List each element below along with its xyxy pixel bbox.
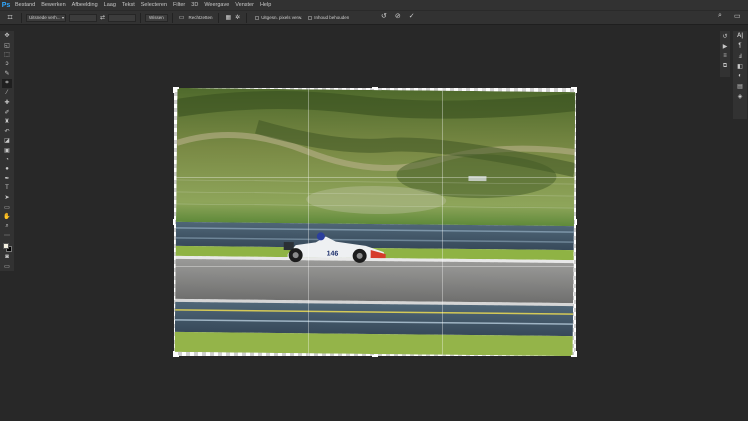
race-car-photo: 146 <box>174 87 576 357</box>
crop-ratio-select[interactable]: Uitsnede verh... <box>26 13 66 22</box>
crop-handle-left[interactable] <box>173 219 175 225</box>
lasso-tool-icon[interactable]: ↄ <box>2 60 12 70</box>
crop-handle-top-right[interactable] <box>575 87 577 93</box>
cancel-icon[interactable]: ⊘ <box>395 12 401 20</box>
menu-image[interactable]: Afbeelding <box>69 2 101 8</box>
hand-tool-icon[interactable]: ✋ <box>2 212 12 222</box>
content-aware-checkbox[interactable] <box>308 15 313 20</box>
healing-brush-tool-icon[interactable]: ✚ <box>2 98 12 108</box>
brush-tool-icon[interactable]: ✐ <box>2 107 12 117</box>
swap-dimensions-icon[interactable]: ⇄ <box>100 14 105 21</box>
separator <box>21 12 22 23</box>
overlay-options-icon[interactable]: ▦ <box>225 14 231 21</box>
pen-tool-icon[interactable]: ✒ <box>2 174 12 184</box>
tools-panel: ✥ ◱ ⬚ ↄ ✎ ⌗ ⁄ ✚ ✐ ♜ ↶ ◪ ▣ ◔ ● ✒ T ➤ ▭ ✋ … <box>0 31 14 271</box>
document-canvas[interactable]: 146 <box>173 87 577 357</box>
options-bar: ⌗ Uitsnede verh... ⇄ Wissen ▭ Rechtzette… <box>0 10 748 25</box>
menu-type[interactable]: Tekst <box>119 2 138 8</box>
properties-icon[interactable]: ≡ <box>720 51 730 61</box>
gear-icon[interactable]: ✲ <box>235 14 240 21</box>
separator <box>171 12 173 23</box>
crop-handle-bottom-left[interactable] <box>173 351 175 357</box>
reset-icon[interactable]: ↺ <box>381 12 387 20</box>
straighten-label[interactable]: Rechtzetten <box>188 15 212 20</box>
libraries-icon[interactable]: ⧉ <box>720 61 730 71</box>
color-swatches[interactable] <box>2 241 12 252</box>
crop-tool-icon[interactable]: ⌗ <box>2 78 12 89</box>
menu-filter[interactable]: Filter <box>170 2 188 8</box>
crop-handle-top-left[interactable] <box>173 87 175 93</box>
adjustments-icon[interactable]: ◧ <box>735 61 745 71</box>
crop-grid-line <box>308 88 309 356</box>
more-tools-icon[interactable]: ⋯ <box>2 231 12 241</box>
crop-handle-right[interactable] <box>575 219 577 225</box>
quick-mask-icon[interactable]: ◙ <box>2 252 12 262</box>
separator <box>218 12 220 23</box>
blur-tool-icon[interactable]: ◔ <box>2 155 12 165</box>
workspace-icon[interactable]: ▭ <box>734 12 741 20</box>
paragraph-icon[interactable]: ¶ <box>735 41 745 51</box>
clear-button[interactable]: Wissen <box>145 13 168 22</box>
dodge-tool-icon[interactable]: ● <box>2 164 12 174</box>
eraser-tool-icon[interactable]: ◪ <box>2 136 12 146</box>
move-tool-icon[interactable]: ✥ <box>2 31 12 41</box>
right-panel-dock-2: A| ¶ Ⅎ ◧ ◐ ▤ ◈ <box>733 31 747 119</box>
height-field[interactable] <box>108 13 137 22</box>
right-panel-dock-1: ↺ ▶ ≡ ⧉ <box>720 31 730 77</box>
foreground-color-swatch[interactable] <box>3 242 9 249</box>
delete-cropped-label: Uitgesn. pixels verw. <box>261 15 303 20</box>
separator <box>140 12 142 23</box>
menu-help[interactable]: Help <box>257 2 274 8</box>
crop-handle-bottom-right[interactable] <box>575 351 577 357</box>
history-icon[interactable]: ↺ <box>720 31 730 41</box>
search-icon[interactable]: ⌕ <box>718 12 722 20</box>
menu-window[interactable]: Venster <box>232 2 257 8</box>
crop-tool-preset-icon[interactable]: ⌗ <box>3 11 17 24</box>
crop-handle-bottom[interactable] <box>372 355 378 357</box>
straighten-icon[interactable]: ▭ <box>179 14 185 21</box>
photo-svg: 146 <box>174 87 576 357</box>
menu-bar: Ps Bestand Bewerken Afbeelding Laag Teks… <box>0 0 748 10</box>
history-brush-tool-icon[interactable]: ↶ <box>2 126 12 136</box>
photoshop-logo[interactable]: Ps <box>0 0 12 10</box>
width-field[interactable] <box>69 13 97 22</box>
zoom-tool-icon[interactable]: ⌕ <box>2 222 12 232</box>
menu-view[interactable]: Weergave <box>201 2 232 8</box>
menu-3d[interactable]: 3D <box>188 2 201 8</box>
quick-select-tool-icon[interactable]: ✎ <box>2 69 12 79</box>
channels-icon[interactable]: ▤ <box>735 81 745 91</box>
path-select-tool-icon[interactable]: ➤ <box>2 193 12 203</box>
stamp-tool-icon[interactable]: ♜ <box>2 117 12 127</box>
screen-mode-icon[interactable]: ▭ <box>2 262 12 272</box>
car-number: 146 <box>327 250 339 257</box>
crop-grid-line <box>174 177 576 178</box>
delete-cropped-checkbox[interactable] <box>255 15 260 20</box>
glyphs-icon[interactable]: Ⅎ <box>735 51 745 61</box>
layers-icon[interactable]: ◈ <box>735 91 745 101</box>
rectangle-tool-icon[interactable]: ▭ <box>2 203 12 213</box>
content-aware-label: Inhoud behouden <box>314 15 350 20</box>
marquee-tool-icon[interactable]: ⬚ <box>2 50 12 60</box>
commit-controls: ↺ ⊘ ✓ <box>377 12 419 20</box>
eyedropper-tool-icon[interactable]: ⁄ <box>2 88 12 98</box>
actions-icon[interactable]: ▶ <box>720 41 730 51</box>
crop-grid-line <box>442 88 443 356</box>
commit-check-icon[interactable]: ✓ <box>409 12 415 20</box>
character-icon[interactable]: A| <box>735 31 745 41</box>
crop-grid-line <box>174 266 576 267</box>
type-tool-icon[interactable]: T <box>2 184 12 194</box>
artboard-tool-icon[interactable]: ◱ <box>2 41 12 51</box>
gradient-tool-icon[interactable]: ▣ <box>2 145 12 155</box>
menu-layer[interactable]: Laag <box>101 2 119 8</box>
separator <box>246 12 248 23</box>
menu-file[interactable]: Bestand <box>12 2 38 8</box>
styles-icon[interactable]: ◐ <box>735 71 745 81</box>
crop-handle-top[interactable] <box>372 87 378 89</box>
menu-select[interactable]: Selecteren <box>138 2 170 8</box>
menu-edit[interactable]: Bewerken <box>38 2 68 8</box>
